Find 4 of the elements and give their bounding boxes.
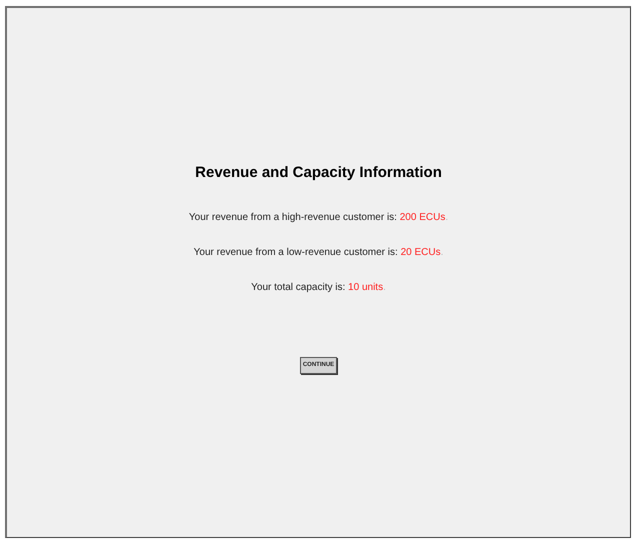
info-line: Your revenue from a low-revenue customer is: 20 ECUs. bbox=[194, 246, 444, 260]
info-line: Your revenue from a high-revenue customer is: 200 ECUs. bbox=[188, 210, 448, 224]
page-title: Revenue and Capacity Information bbox=[195, 163, 442, 183]
info-line: Your total capacity is: 10 units. bbox=[251, 280, 386, 294]
